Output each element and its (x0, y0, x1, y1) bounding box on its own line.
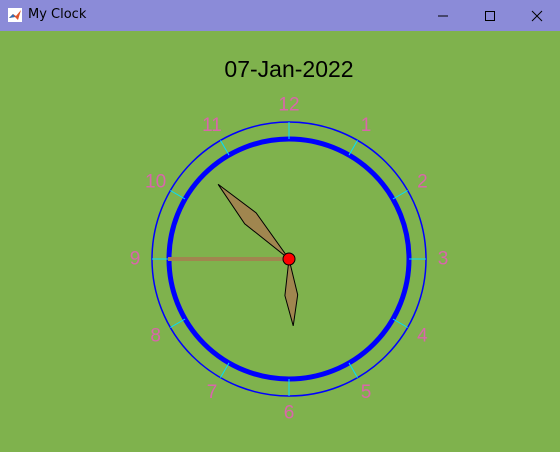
hour-number: 6 (284, 403, 295, 424)
hour-number: 5 (361, 382, 372, 403)
clock-face: 121234567891011 (130, 95, 449, 424)
center-hub (282, 252, 296, 266)
hour-tick (220, 362, 230, 378)
hour-number: 3 (438, 249, 449, 270)
hour-number: 8 (150, 326, 161, 347)
hour-number: 7 (207, 382, 218, 403)
hour-number: 2 (417, 172, 428, 193)
hour-tick (392, 318, 408, 328)
clock-window: My Clock 07-Jan-2022 12 1 2 3 4 5 6 7 8 9 10 11 (0, 0, 560, 452)
hour-number: 4 (417, 326, 428, 347)
hour-tick (170, 318, 186, 328)
hour-tick (170, 190, 186, 200)
hour-number: 12 (278, 95, 299, 116)
hour-tick (348, 362, 358, 378)
hour-number: 1 (361, 115, 372, 136)
hour-number: 9 (130, 249, 141, 270)
hour-tick (392, 190, 408, 200)
hour-hand (284, 258, 299, 326)
hour-number: 11 (202, 115, 222, 136)
hour-number: 10 (145, 172, 166, 193)
hour-tick (220, 140, 230, 156)
minute-hand (217, 183, 290, 260)
hour-tick (348, 140, 358, 156)
